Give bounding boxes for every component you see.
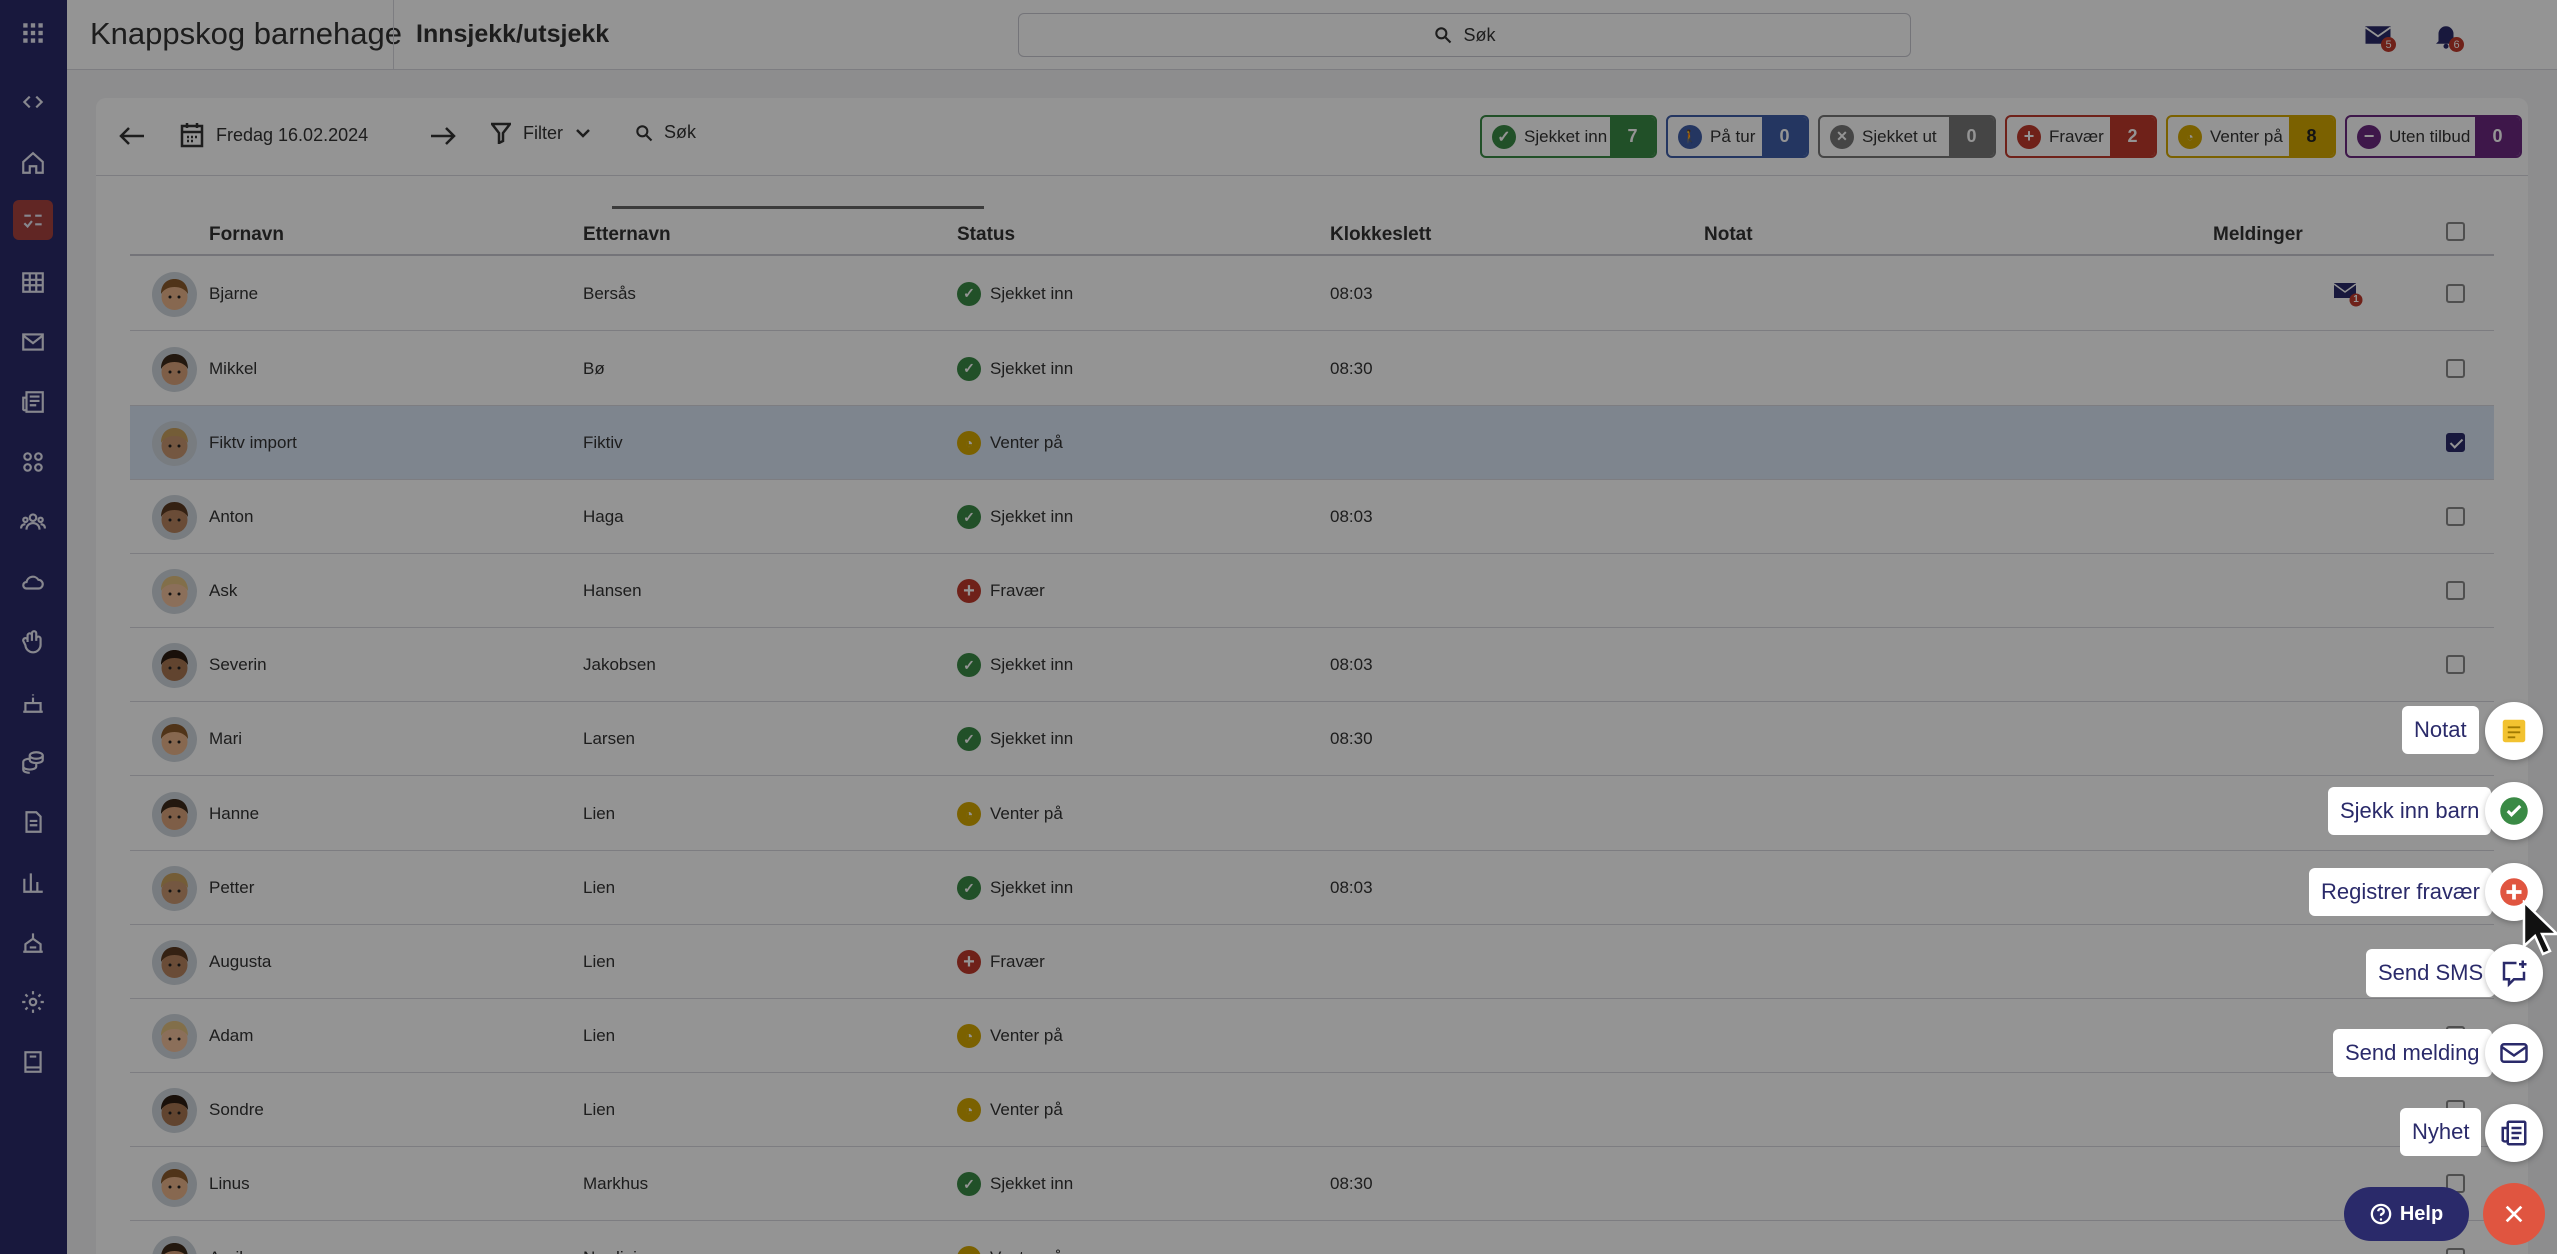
action-news-button[interactable] [2485, 1104, 2543, 1162]
news-icon [2501, 1120, 2527, 1146]
mouse-cursor-icon [2522, 900, 2557, 956]
sms-icon [2502, 960, 2527, 988]
check-circle-icon [2500, 797, 2528, 825]
modal-backdrop[interactable] [0, 0, 2557, 1254]
action-note-label[interactable]: Notat [2402, 706, 2479, 754]
action-absence-label[interactable]: Registrer fravær [2309, 868, 2492, 916]
help-circle-icon [2370, 1203, 2392, 1225]
action-news-label[interactable]: Nyhet [2400, 1108, 2482, 1156]
action-message-label[interactable]: Send melding [2333, 1029, 2492, 1077]
note-icon [2502, 719, 2526, 743]
action-note-button[interactable] [2485, 702, 2543, 760]
close-speed-dial-button[interactable] [2483, 1183, 2545, 1245]
action-message-button[interactable] [2485, 1024, 2543, 1082]
action-checkin-label[interactable]: Sjekk inn barn [2328, 787, 2492, 835]
mail-icon [2500, 1043, 2528, 1063]
close-icon [2505, 1205, 2523, 1223]
action-sms-label[interactable]: Send SMS [2366, 949, 2496, 997]
help-label: Help [2399, 1202, 2444, 1225]
help-button[interactable]: Help [2344, 1187, 2469, 1241]
action-checkin-button[interactable] [2485, 782, 2543, 840]
